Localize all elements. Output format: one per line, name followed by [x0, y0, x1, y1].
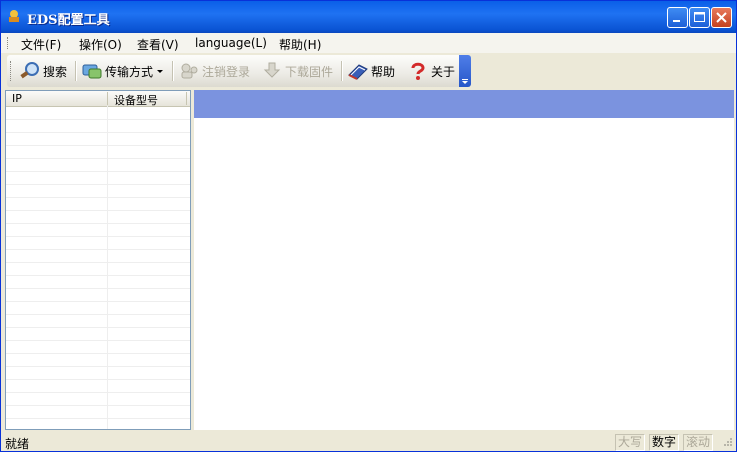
- help-label: 帮助: [371, 64, 396, 79]
- device-list[interactable]: IP 设备型号: [5, 90, 191, 430]
- window-title: EDS配置工具: [27, 13, 110, 28]
- table-row[interactable]: [6, 172, 190, 185]
- about-label: 关于: [431, 64, 456, 79]
- table-row[interactable]: [6, 393, 190, 406]
- menu-language[interactable]: language(L): [195, 36, 267, 50]
- table-row[interactable]: [6, 302, 190, 315]
- table-row[interactable]: [6, 159, 190, 172]
- detail-panel: [194, 90, 734, 430]
- question-icon: [411, 62, 425, 80]
- logout-button[interactable]: 注销登录: [178, 59, 250, 83]
- detail-panel-header: [194, 90, 734, 118]
- close-button[interactable]: [711, 7, 732, 28]
- resize-grip-icon[interactable]: [721, 434, 733, 449]
- download-icon: [263, 62, 281, 78]
- table-row[interactable]: [6, 354, 190, 367]
- column-header-model[interactable]: 设备型号: [114, 92, 158, 108]
- logout-label: 注销登录: [202, 64, 251, 79]
- toolbar-separator: [172, 61, 174, 81]
- minimize-icon: [673, 20, 680, 22]
- table-row[interactable]: [6, 250, 190, 263]
- table-row[interactable]: [6, 263, 190, 276]
- table-row[interactable]: [6, 341, 190, 354]
- menu-grip[interactable]: [7, 37, 11, 49]
- help-book-icon: [348, 64, 368, 80]
- column-header-ip[interactable]: IP: [12, 92, 22, 105]
- search-button[interactable]: 搜索: [19, 59, 67, 83]
- maximize-icon: [694, 12, 705, 22]
- table-row[interactable]: [6, 120, 190, 133]
- menu-view[interactable]: 查看(V): [137, 36, 179, 53]
- toolbar-separator: [75, 61, 77, 81]
- table-row[interactable]: [6, 198, 190, 211]
- status-bar: 就绪 大写 数字 滚动: [1, 432, 736, 451]
- caps-lock-indicator: 大写: [615, 434, 646, 451]
- close-icon: [716, 12, 727, 23]
- menu-bar: 文件(F) 操作(O) 查看(V) language(L) 帮助(H): [1, 33, 736, 53]
- table-row[interactable]: [6, 146, 190, 159]
- table-row[interactable]: [6, 380, 190, 393]
- scroll-lock-indicator: 滚动: [683, 434, 714, 451]
- table-row[interactable]: [6, 289, 190, 302]
- toolbar-grip[interactable]: [10, 61, 14, 81]
- table-row[interactable]: [6, 315, 190, 328]
- column-divider[interactable]: [186, 92, 187, 105]
- search-label: 搜索: [43, 64, 68, 79]
- status-text: 就绪: [5, 437, 30, 451]
- table-row[interactable]: [6, 419, 190, 429]
- table-row[interactable]: [6, 367, 190, 380]
- title-bar[interactable]: EDS配置工具: [1, 1, 736, 33]
- column-divider[interactable]: [107, 92, 108, 105]
- toolbar: 搜索 传输方式 注销登录 下载固件 帮助 关于: [7, 55, 469, 87]
- menu-file[interactable]: 文件(F): [21, 36, 61, 53]
- table-row[interactable]: [6, 276, 190, 289]
- table-row[interactable]: [6, 185, 190, 198]
- maximize-button[interactable]: [689, 7, 710, 28]
- about-button[interactable]: 关于: [407, 59, 455, 83]
- app-icon: [9, 10, 19, 22]
- download-firmware-label: 下载固件: [285, 64, 334, 79]
- network-icon: [82, 64, 102, 79]
- overflow-chevron-icon: [462, 79, 468, 84]
- table-row[interactable]: [6, 328, 190, 341]
- transfer-mode-button[interactable]: 传输方式: [81, 59, 164, 83]
- transfer-mode-label: 传输方式: [105, 64, 154, 79]
- help-button[interactable]: 帮助: [347, 59, 395, 83]
- logout-icon: [181, 63, 198, 79]
- search-icon: [20, 62, 39, 79]
- table-row[interactable]: [6, 237, 190, 250]
- table-row[interactable]: [6, 406, 190, 419]
- table-row[interactable]: [6, 224, 190, 237]
- table-row[interactable]: [6, 107, 190, 120]
- toolbar-overflow-button[interactable]: [459, 55, 471, 87]
- num-lock-indicator: 数字: [649, 434, 680, 451]
- table-row[interactable]: [6, 133, 190, 146]
- app-window: EDS配置工具 文件(F) 操作(O) 查看(V) language(L) 帮助…: [0, 0, 737, 452]
- minimize-button[interactable]: [667, 7, 688, 28]
- dropdown-arrow-icon: [157, 70, 164, 73]
- table-row[interactable]: [6, 211, 190, 224]
- menu-operate[interactable]: 操作(O): [79, 36, 122, 53]
- device-list-header: IP 设备型号: [6, 91, 190, 107]
- toolbar-separator: [341, 61, 343, 81]
- download-firmware-button[interactable]: 下载固件: [261, 59, 333, 83]
- menu-help[interactable]: 帮助(H): [279, 36, 321, 53]
